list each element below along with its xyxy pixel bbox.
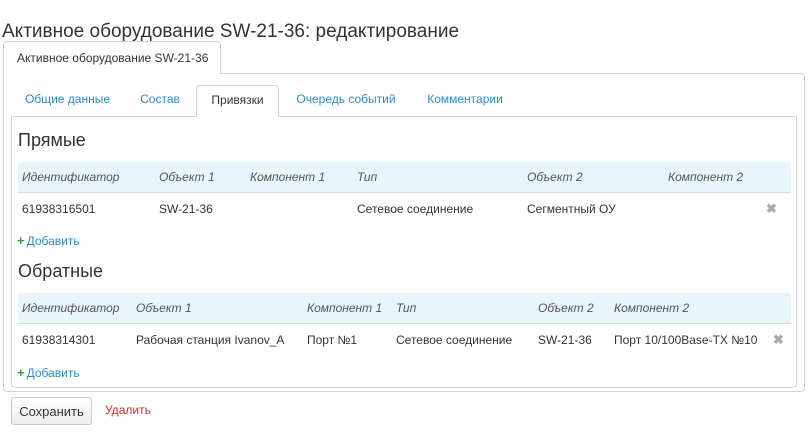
table-row: 61938316501 SW-21-36 Сетевое соединение … (18, 193, 791, 225)
tab-event-queue[interactable]: Очередь событий (283, 85, 409, 117)
col-type: Тип (396, 301, 417, 315)
save-button[interactable]: Сохранить (11, 397, 92, 425)
col-identifier: Идентификатор (22, 301, 120, 315)
reverse-table-header: Идентификатор Объект 1 Компонент 1 Тип О… (18, 293, 791, 324)
col-type: Тип (357, 170, 378, 184)
cell-identifier: 61938316501 (22, 202, 96, 216)
col-object1: Объект 1 (159, 170, 215, 184)
col-object2: Объект 2 (527, 170, 583, 184)
tab-general[interactable]: Общие данные (13, 85, 122, 117)
cell-object2[interactable]: Сегментный ОУ (527, 193, 616, 225)
cell-component2: Порт 10/100Base-TX №10 (614, 333, 758, 347)
cell-type: Сетевое соединение (396, 333, 513, 347)
add-direct-link[interactable]: + Добавить (17, 233, 80, 248)
table-row: 61938314301 Рабочая станция Ivanov_A Пор… (18, 324, 791, 356)
tab-equipment[interactable]: Активное оборудование SW-21-36 (3, 41, 221, 74)
col-object2: Объект 2 (538, 301, 594, 315)
delete-link[interactable]: Удалить (105, 403, 151, 417)
col-component2: Компонент 2 (668, 170, 744, 184)
tab-links[interactable]: Привязки (196, 85, 279, 117)
plus-icon: + (17, 233, 25, 248)
tab-comments[interactable]: Комментарии (413, 85, 517, 117)
direct-table-header: Идентификатор Объект 1 Компонент 1 Тип О… (18, 162, 791, 193)
close-icon[interactable]: ✖ (766, 193, 777, 225)
cell-type: Сетевое соединение (357, 202, 474, 216)
col-component1: Компонент 1 (250, 170, 326, 184)
add-reverse-label: Добавить (26, 366, 80, 380)
cell-identifier: 61938314301 (22, 333, 96, 347)
col-component1: Компонент 1 (307, 301, 383, 315)
tab-composition[interactable]: Состав (128, 85, 192, 117)
cell-object1[interactable]: SW-21-36 (159, 193, 213, 225)
add-direct-label: Добавить (26, 234, 80, 248)
reverse-section-title: Обратные (18, 261, 104, 281)
col-identifier: Идентификатор (22, 170, 120, 184)
col-component2: Компонент 2 (614, 301, 690, 315)
close-icon[interactable]: ✖ (773, 324, 784, 356)
cell-object1[interactable]: Рабочая станция Ivanov_A (136, 324, 284, 356)
page-title: Активное оборудование SW-21-36: редактир… (2, 20, 460, 42)
cell-object2[interactable]: SW-21-36 (538, 324, 592, 356)
direct-section-title: Прямые (18, 130, 86, 150)
add-reverse-link[interactable]: + Добавить (17, 365, 80, 380)
plus-icon: + (17, 365, 25, 380)
cell-component1: Порт №1 (307, 333, 358, 347)
col-object1: Объект 1 (136, 301, 192, 315)
